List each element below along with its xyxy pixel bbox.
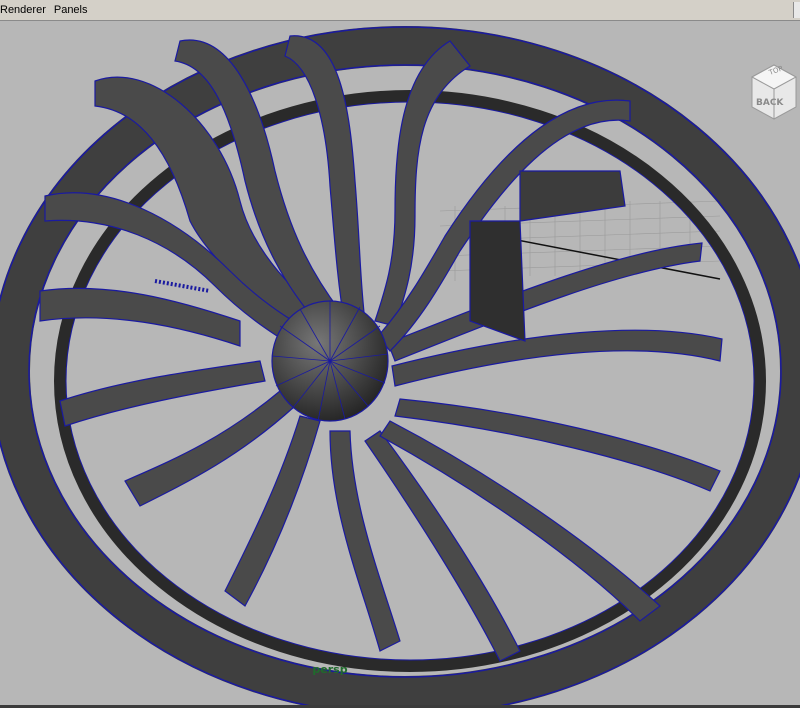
perspective-viewport[interactable]: TOP BACK [0,21,800,705]
menu-panels[interactable]: Panels [50,0,92,20]
panel-menubar: Renderer Panels [0,0,800,21]
edge-selection [154,279,211,293]
view-cube[interactable]: TOP BACK [750,64,798,120]
view-cube-back-label[interactable]: BACK [756,98,784,108]
hub-sphere [271,300,389,422]
panel-resize-handle[interactable] [793,2,800,18]
scene-render: TOP BACK [0,26,800,705]
maya-panel: Renderer Panels TOP BACK persp [0,0,800,708]
menu-renderer[interactable]: Renderer [0,0,50,20]
camera-name-label: persp [312,663,348,676]
